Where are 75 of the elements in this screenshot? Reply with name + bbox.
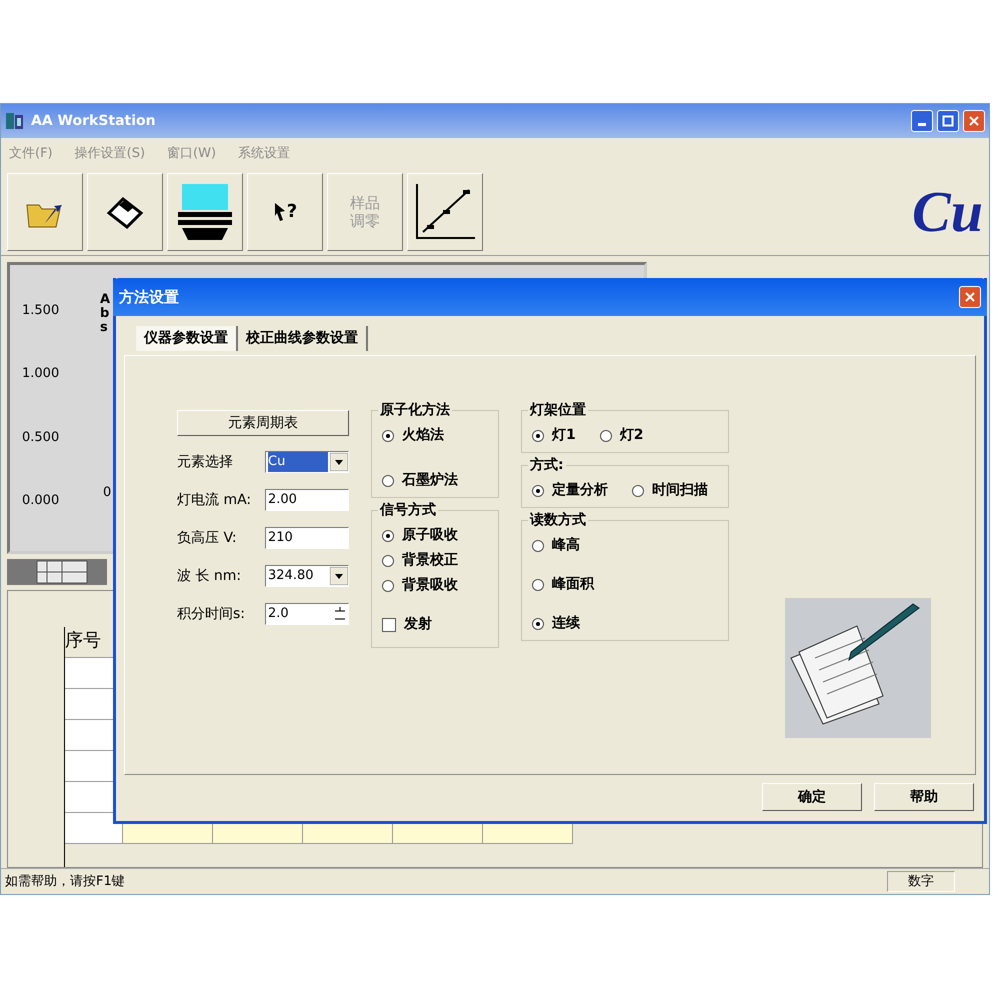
radio-button[interactable]	[382, 580, 394, 592]
dropdown-field[interactable]: Cu	[265, 451, 349, 473]
periodic-table-button[interactable]: 元素周期表	[177, 410, 349, 436]
minimize-icon	[918, 123, 926, 126]
status-text: 如需帮助，请按F1键	[5, 872, 125, 891]
radio-button[interactable]	[532, 578, 544, 590]
radio-option[interactable]: 石墨炉法	[382, 470, 490, 491]
dialog-title: 方法设置	[119, 286, 179, 308]
tick-label: 0.500	[22, 428, 60, 446]
tick-label: 0	[103, 484, 112, 502]
help-button[interactable]: ?	[247, 173, 323, 251]
radio-button[interactable]	[600, 430, 612, 442]
radio-option[interactable]: 原子吸收	[382, 525, 490, 546]
field-label: 积分时间s:	[177, 604, 246, 624]
tab[interactable]: 仪器参数设置	[136, 326, 238, 351]
radio-button[interactable]	[532, 540, 544, 552]
checkbox-option[interactable]: 发射	[382, 614, 490, 635]
radio-option[interactable]: 火焰法	[382, 425, 490, 446]
close-icon	[968, 115, 980, 127]
field-label: 负高压 V:	[177, 528, 237, 548]
group-title: 方式:	[528, 457, 566, 474]
maximize-icon	[942, 115, 954, 127]
close-button[interactable]	[959, 286, 981, 308]
radio-option[interactable]: 时间扫描	[632, 480, 708, 501]
radio-option[interactable]: 峰高	[532, 535, 720, 556]
input-field[interactable]: 2.00	[265, 489, 349, 511]
maximize-button[interactable]	[937, 110, 959, 132]
spin-field[interactable]: 2.0	[265, 603, 349, 625]
radio-button[interactable]	[632, 484, 644, 496]
checkbox[interactable]	[382, 618, 396, 632]
radio-option[interactable]: 背景吸收	[382, 575, 490, 596]
radio-option[interactable]: 背景校正	[382, 550, 490, 571]
group-title: 灯架位置	[528, 402, 588, 419]
dialog-button[interactable]: 帮助	[874, 783, 974, 811]
radio-button[interactable]	[382, 430, 394, 442]
toolbar-button[interactable]	[167, 173, 243, 251]
radio-button[interactable]	[532, 430, 544, 442]
radio-button[interactable]	[382, 474, 394, 486]
axis-label: Abs	[100, 292, 112, 336]
dropdown-field[interactable]: 324.80	[265, 565, 349, 587]
status-indicator: 数字	[887, 870, 955, 892]
group-title: 读数方式	[528, 512, 588, 529]
dropdown-arrow-icon	[330, 453, 348, 471]
brand-logo: Cu	[912, 183, 983, 241]
group-title: 信号方式	[378, 502, 438, 519]
pointer-icon	[272, 201, 287, 223]
table-cell	[65, 812, 123, 844]
radio-button[interactable]	[532, 618, 544, 630]
field-label: 灯电流 mA:	[177, 490, 252, 510]
radio-button[interactable]	[532, 484, 544, 496]
radio-option[interactable]: 连续	[532, 613, 720, 634]
close-button[interactable]	[963, 110, 985, 132]
close-icon	[964, 291, 976, 303]
minimize-button[interactable]	[911, 110, 933, 132]
radio-option[interactable]: 峰面积	[532, 574, 720, 595]
window-title: AA WorkStation	[31, 112, 156, 130]
calibration-curve-icon	[413, 182, 477, 242]
field-label: 元素选择	[177, 452, 233, 472]
app-icon	[5, 111, 25, 131]
tab[interactable]: 校正曲线参数设置	[238, 326, 368, 351]
radio-option[interactable]: 灯1	[532, 425, 576, 446]
radio-option[interactable]: 灯2	[600, 425, 644, 446]
radio-option[interactable]: 定量分析	[532, 480, 608, 501]
radio-button[interactable]	[382, 530, 394, 542]
field-label: 波 长 nm:	[177, 566, 242, 586]
tick-label: 0.000	[22, 492, 60, 510]
group-title: 原子化方法	[378, 402, 452, 419]
radio-button[interactable]	[382, 554, 394, 566]
toolbar-button[interactable]	[87, 173, 163, 251]
tick-label: 1.500	[22, 302, 60, 320]
input-field[interactable]: 210	[265, 527, 349, 549]
dialog-button[interactable]: 确定	[762, 783, 862, 811]
tick-label: 1.000	[22, 365, 60, 383]
toolbar-button[interactable]	[407, 173, 483, 251]
dropdown-arrow-icon	[330, 567, 348, 585]
